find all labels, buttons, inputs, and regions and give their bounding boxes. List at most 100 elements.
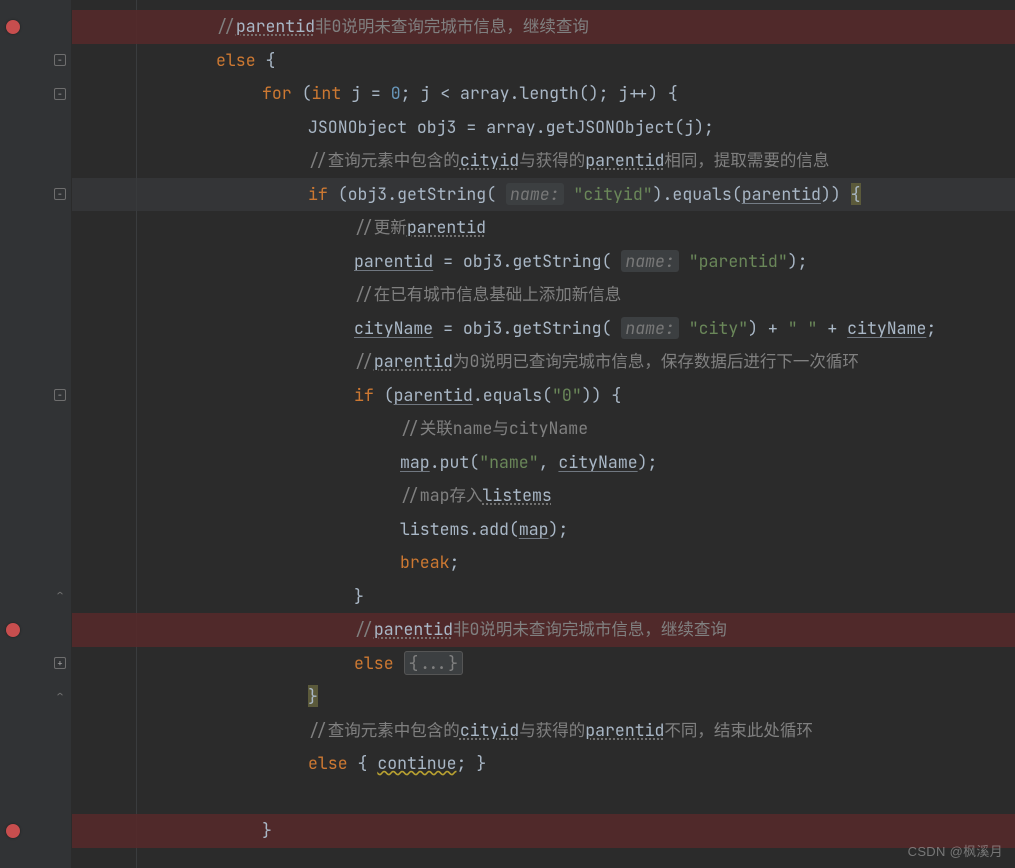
token-p bbox=[394, 652, 404, 674]
code-line[interactable]: for (int j = 0; j < array.length(); j++)… bbox=[72, 77, 1015, 111]
code-line[interactable]: JSONObject obj3 = array.getJSONObject(j)… bbox=[72, 111, 1015, 145]
code-line[interactable]: //parentid非0说明未查询完城市信息，继续查询 bbox=[72, 10, 1015, 44]
gutter-row[interactable] bbox=[0, 546, 72, 580]
gutter-row[interactable] bbox=[0, 714, 72, 748]
code-line[interactable]: else {...} bbox=[72, 647, 1015, 681]
token-cm: 不同，结束此处循环 bbox=[664, 719, 813, 741]
gutter-row[interactable] bbox=[0, 814, 72, 848]
gutter-row[interactable] bbox=[0, 412, 72, 446]
gutter-row[interactable] bbox=[0, 446, 72, 480]
token-ul: cityName bbox=[558, 451, 637, 473]
token-cmul: parentid bbox=[236, 15, 315, 37]
token-hint: name: bbox=[621, 250, 679, 272]
token-kw: for bbox=[262, 82, 292, 104]
token-cm: 与获得的 bbox=[519, 719, 585, 741]
gutter-row[interactable] bbox=[0, 278, 72, 312]
code-line[interactable]: } bbox=[72, 814, 1015, 848]
fold-icon[interactable]: − bbox=[54, 54, 66, 66]
token-carethl: } bbox=[308, 685, 318, 707]
gutter-row[interactable]: − bbox=[0, 379, 72, 413]
code-line[interactable]: map.put("name", cityName); bbox=[72, 446, 1015, 480]
breakpoint-icon[interactable] bbox=[6, 20, 20, 34]
token-p: + bbox=[817, 317, 847, 339]
code-line[interactable]: if (parentid.equals("0")) { bbox=[72, 379, 1015, 413]
gutter-row[interactable] bbox=[0, 781, 72, 815]
gutter-row[interactable]: − bbox=[0, 178, 72, 212]
gutter-row[interactable] bbox=[0, 111, 72, 145]
fold-icon[interactable]: ⌃ bbox=[54, 691, 66, 703]
fold-icon[interactable]: − bbox=[54, 88, 66, 100]
gutter-row[interactable] bbox=[0, 245, 72, 279]
gutter-row[interactable] bbox=[0, 345, 72, 379]
token-p: ( bbox=[292, 82, 312, 104]
breakpoint-icon[interactable] bbox=[6, 824, 20, 838]
token-warn: continue bbox=[377, 752, 456, 774]
fold-icon[interactable]: − bbox=[54, 188, 66, 200]
editor-gutter: − − − − ⌃ + ⌃ bbox=[0, 0, 72, 868]
token-str: "city" bbox=[689, 317, 748, 339]
token-p: ); bbox=[788, 250, 808, 272]
code-line[interactable]: listems.add(map); bbox=[72, 513, 1015, 547]
gutter-row[interactable] bbox=[0, 747, 72, 781]
token-cm: 相同，提取需要的信息 bbox=[664, 149, 829, 171]
breakpoint-icon[interactable] bbox=[6, 623, 20, 637]
gutter-row[interactable] bbox=[0, 513, 72, 547]
token-p: } bbox=[262, 819, 272, 841]
code-line[interactable]: break; bbox=[72, 546, 1015, 580]
gutter-row[interactable] bbox=[0, 479, 72, 513]
token-p: ; } bbox=[457, 752, 487, 774]
code-line[interactable]: else { continue; } bbox=[72, 747, 1015, 781]
token-cm: 为0说明已查询完城市信息，保存数据后进行下一次循环 bbox=[453, 350, 859, 372]
token-cmul: listems bbox=[483, 484, 552, 506]
code-line[interactable]: //parentid非0说明未查询完城市信息，继续查询 bbox=[72, 613, 1015, 647]
token-p: .put( bbox=[430, 451, 480, 473]
code-line[interactable]: //parentid为0说明已查询完城市信息，保存数据后进行下一次循环 bbox=[72, 345, 1015, 379]
code-line[interactable]: cityName = obj3.getString( name: "city")… bbox=[72, 312, 1015, 346]
code-line[interactable]: if (obj3.getString( name: "cityid").equa… bbox=[72, 178, 1015, 212]
token-p: , bbox=[539, 451, 559, 473]
token-cm: // bbox=[216, 15, 236, 37]
code-line[interactable]: } bbox=[72, 580, 1015, 614]
code-line[interactable]: parentid = obj3.getString( name: "parent… bbox=[72, 245, 1015, 279]
code-line[interactable] bbox=[72, 781, 1015, 815]
gutter-row[interactable] bbox=[0, 613, 72, 647]
token-p: ; bbox=[926, 317, 936, 339]
gutter-row[interactable] bbox=[0, 144, 72, 178]
token-p: ( bbox=[374, 384, 394, 406]
fold-icon[interactable]: − bbox=[54, 389, 66, 401]
gutter-row[interactable]: − bbox=[0, 44, 72, 78]
gutter-row[interactable]: ⌃ bbox=[0, 680, 72, 714]
token-p: listems.add( bbox=[400, 518, 519, 540]
token-p bbox=[679, 317, 689, 339]
gutter-row[interactable] bbox=[0, 312, 72, 346]
editor-code-area[interactable]: //parentid非0说明未查询完城市信息，继续查询else {for (in… bbox=[72, 0, 1015, 868]
code-editor: −−−−⌃+⌃ //parentid非0说明未查询完城市信息，继续查询else … bbox=[0, 0, 1015, 868]
token-hint: name: bbox=[621, 317, 679, 339]
gutter-row[interactable] bbox=[0, 10, 72, 44]
gutter-row[interactable]: − bbox=[0, 77, 72, 111]
token-cmul: cityid bbox=[460, 149, 519, 171]
token-str: "name" bbox=[479, 451, 538, 473]
gutter-row[interactable]: + bbox=[0, 647, 72, 681]
token-num: 0 bbox=[391, 82, 401, 104]
token-kw: break bbox=[400, 551, 450, 573]
token-p: } bbox=[354, 585, 364, 607]
token-ul: cityName bbox=[354, 317, 433, 339]
code-line[interactable]: //在已有城市信息基础上添加新信息 bbox=[72, 278, 1015, 312]
token-p bbox=[564, 183, 574, 205]
gutter-row[interactable] bbox=[0, 211, 72, 245]
code-line[interactable]: } bbox=[72, 680, 1015, 714]
token-cmul: parentid bbox=[585, 719, 664, 741]
code-line[interactable]: //关联name与cityName bbox=[72, 412, 1015, 446]
gutter-row[interactable]: ⌃ bbox=[0, 580, 72, 614]
token-cmul: parentid bbox=[374, 350, 453, 372]
fold-icon[interactable]: ⌃ bbox=[54, 590, 66, 602]
code-line[interactable]: else { bbox=[72, 44, 1015, 78]
code-line[interactable]: //更新parentid bbox=[72, 211, 1015, 245]
code-line[interactable]: //查询元素中包含的cityid与获得的parentid不同，结束此处循环 bbox=[72, 714, 1015, 748]
token-p: .equals( bbox=[473, 384, 552, 406]
code-line[interactable]: //map存入listems bbox=[72, 479, 1015, 513]
code-line[interactable]: //查询元素中包含的cityid与获得的parentid相同，提取需要的信息 bbox=[72, 144, 1015, 178]
token-str: "cityid" bbox=[573, 183, 652, 205]
fold-icon[interactable]: + bbox=[54, 657, 66, 669]
